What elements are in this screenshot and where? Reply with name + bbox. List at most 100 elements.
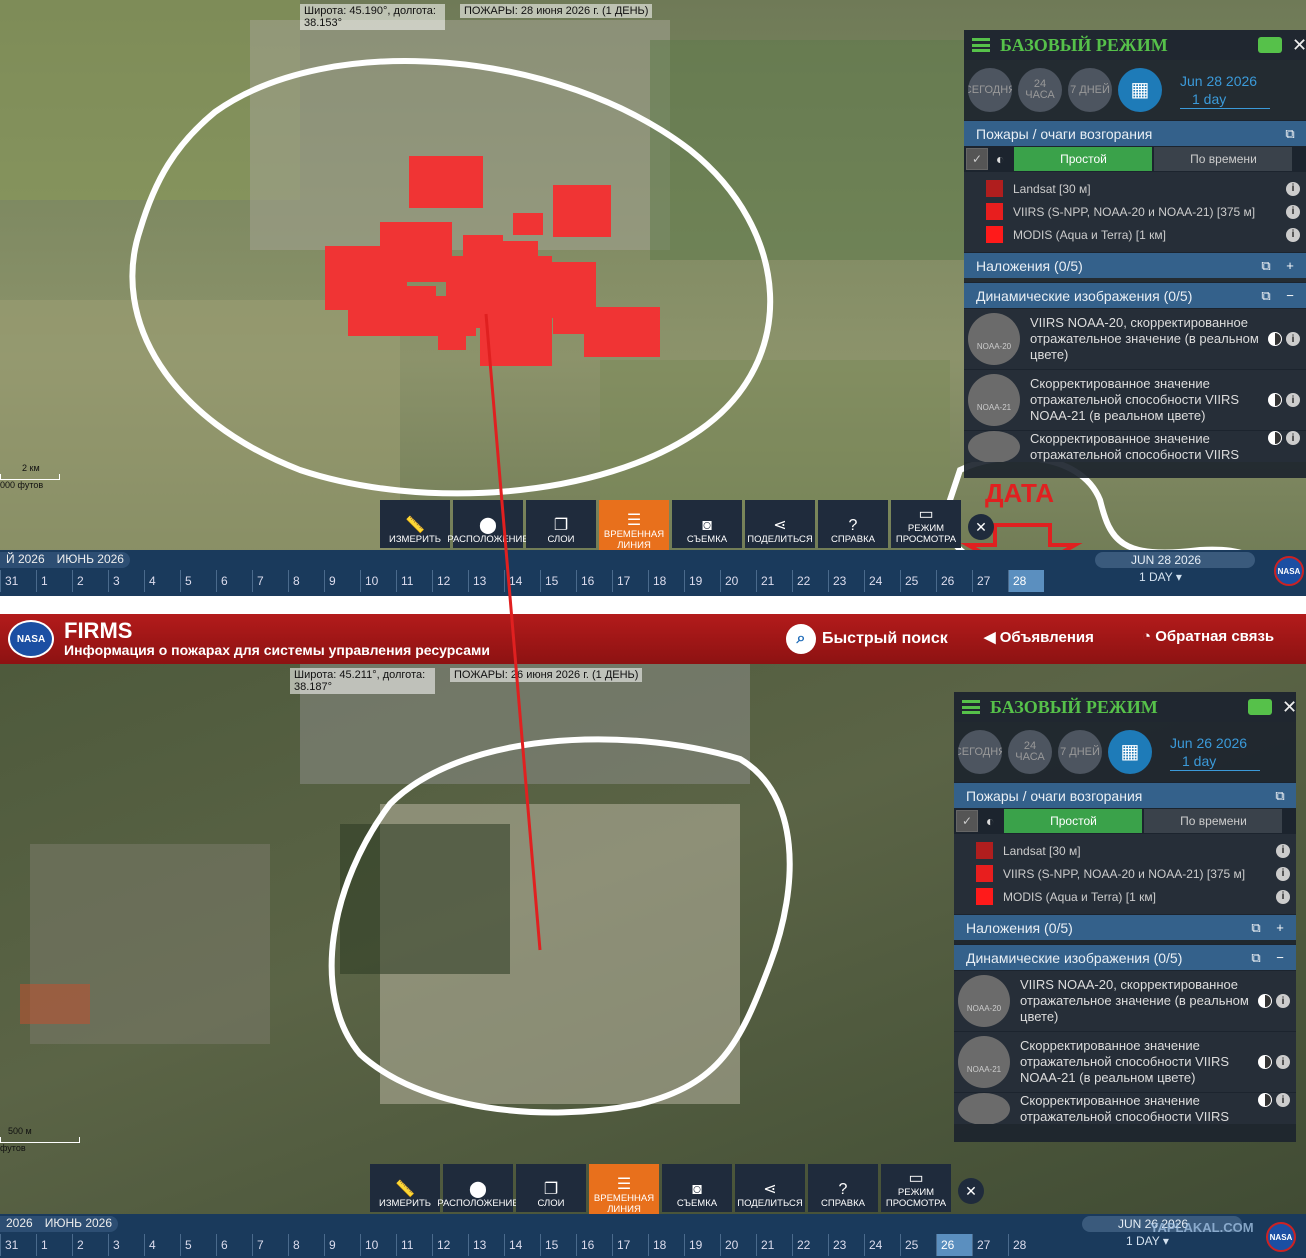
24h-button[interactable]: 24 ЧАСА [1008,730,1052,774]
dynamic-item[interactable]: NOAA-21 Скорректированное значение отража… [954,1031,1296,1092]
timeline[interactable]: Й 2026 ИЮНЬ 2026 31 1 2 3 4 5 6 7 8 9 10 11 12 13 14 15 1… [0,550,1306,596]
timeline-day[interactable]: 5 [180,570,216,592]
timeline-day[interactable]: 7 [252,1234,288,1256]
timeline-day[interactable]: 17 [612,1234,648,1256]
layer-row[interactable]: MODIS (Aqua и Terra) [1 км] i [964,223,1306,246]
dynamic-item[interactable]: Скорректированное значение отражательной… [954,1092,1296,1124]
today-button[interactable]: СЕГОДНЯ [968,68,1012,112]
timeline-day[interactable]: 20 [720,570,756,592]
timeline-day[interactable]: 12 [432,1234,468,1256]
view-mode-button[interactable]: ▭ РЕЖИМ ПРОСМОТРА [881,1164,951,1212]
layer-row[interactable]: Landsat [30 м] i [964,177,1306,200]
menu-icon[interactable] [962,700,980,714]
nasa-logo[interactable]: NASA [8,620,54,658]
capture-button[interactable]: ◙ СЪЕМКА [662,1164,732,1212]
contrast-icon[interactable]: ◐ [986,813,994,829]
overlays-section-header[interactable]: Наложения (0/5) ⧉ + [964,252,1306,278]
timeline-day[interactable]: 10 [360,1234,396,1256]
fires-section-header[interactable]: Пожары / очаги возгорания ⧉ [954,782,1296,808]
timeline-day[interactable]: 14 [504,570,540,592]
check-all-icon[interactable]: ✓ [966,148,988,170]
calendar-icon[interactable]: ▦ [1118,68,1162,112]
24h-button[interactable]: 24 ЧАСА [1018,68,1062,112]
timeline[interactable]: 2026 ИЮНЬ 2026 31 1 2 3 4 5 6 7 8 9 10 11 12 13 14 15 16 1… [0,1214,1306,1258]
close-icon[interactable]: ✕ [1292,35,1306,56]
timeline-day[interactable]: 11 [396,570,432,592]
timeline-day[interactable]: 2 [72,1234,108,1256]
timeline-day[interactable]: 11 [396,1234,432,1256]
layers-button[interactable]: ❐ СЛОИ [526,500,596,548]
date-select[interactable]: Jun 28 2026 1 day [1180,72,1270,109]
map-view-top[interactable]: Широта: 45.190°, долгота: 38.153° ПОЖАРЫ… [0,0,1306,596]
check-all-icon[interactable]: ✓ [956,810,978,832]
view-mode-button[interactable]: ▭ РЕЖИМ ПРОСМОТРА [891,500,961,548]
timeline-day[interactable]: 7 [252,570,288,592]
today-button[interactable]: СЕГОДНЯ [958,730,1002,774]
layers-button[interactable]: ❐ СЛОИ [516,1164,586,1212]
timeline-day[interactable]: 18 [648,1234,684,1256]
timeline-day[interactable]: 31 [0,570,36,592]
timeline-day[interactable]: 9 [324,1234,360,1256]
timeline-day[interactable]: 26 [936,570,972,592]
layer-row[interactable]: VIIRS (S-NPP, NOAA-20 и NOAA-21) [375 м]… [954,862,1296,885]
timeline-day[interactable]: 17 [612,570,648,592]
timeline-day[interactable]: 6 [216,1234,252,1256]
timeline-day[interactable]: 28 [1008,570,1044,592]
help-button[interactable]: ? СПРАВКА [808,1164,878,1212]
timeline-day[interactable]: 15 [540,1234,576,1256]
timeline-button[interactable]: ☰ ВРЕМЕННАЯ ЛИНИЯ [599,500,669,554]
timeline-day[interactable]: 8 [288,1234,324,1256]
timeline-day[interactable]: 20 [720,1234,756,1256]
timeline-day[interactable]: 31 [0,1234,36,1256]
timeline-day[interactable]: 12 [432,570,468,592]
dynamic-item[interactable]: NOAA-21 Скорректированное значение отража… [964,369,1306,430]
timeline-day[interactable]: 10 [360,570,396,592]
contrast-icon[interactable]: ◐ [996,151,1004,167]
timeline-button[interactable]: ☰ ВРЕМЕННАЯ ЛИНИЯ [589,1164,659,1218]
timeline-date-range[interactable]: JUN 28 2026 1 DAY ▾ [1095,552,1255,586]
timeline-day[interactable]: 18 [648,570,684,592]
timeline-day[interactable]: 1 [36,1234,72,1256]
timeline-day[interactable]: 14 [504,1234,540,1256]
timeline-day[interactable]: 21 [756,570,792,592]
timeline-day[interactable]: 15 [540,570,576,592]
timeline-day[interactable]: 21 [756,1234,792,1256]
timeline-day[interactable]: 9 [324,570,360,592]
graduation-cap-icon[interactable] [1248,699,1272,715]
timeline-day[interactable]: 24 [864,1234,900,1256]
tab-simple[interactable]: Простой [1004,809,1143,833]
timeline-day[interactable]: 22 [792,570,828,592]
timeline-day[interactable]: 2 [72,570,108,592]
timeline-day[interactable]: 3 [108,570,144,592]
close-icon[interactable]: ✕ [958,1178,984,1204]
timeline-day[interactable]: 27 [972,1234,1008,1256]
announcements-link[interactable]: ◀ Объявления [984,628,1094,646]
timeline-day[interactable]: 23 [828,1234,864,1256]
timeline-day[interactable]: 19 [684,1234,720,1256]
capture-button[interactable]: ◙ СЪЕМКА [672,500,742,548]
timeline-day[interactable]: 6 [216,570,252,592]
timeline-day[interactable]: 25 [900,1234,936,1256]
dynamic-item[interactable]: NOAA-20 VIIRS NOAA-20, скорректированное … [954,970,1296,1031]
tab-simple[interactable]: Простой [1014,147,1153,171]
share-button[interactable]: ⋖ ПОДЕЛИТЬСЯ [745,500,815,548]
7d-button[interactable]: 7 ДНЕЙ [1058,730,1102,774]
timeline-day[interactable]: 26 [936,1234,972,1256]
timeline-day[interactable]: 23 [828,570,864,592]
fires-section-header[interactable]: Пожары / очаги возгорания ⧉ [964,120,1306,146]
timeline-day[interactable]: 4 [144,570,180,592]
measure-button[interactable]: 📏 ИЗМЕРИТЬ [370,1164,440,1212]
layer-row[interactable]: VIIRS (S-NPP, NOAA-20 и NOAA-21) [375 м]… [964,200,1306,223]
timeline-day[interactable]: 16 [576,570,612,592]
measure-button[interactable]: 📏 ИЗМЕРИТЬ [380,500,450,548]
timeline-day[interactable]: 1 [36,570,72,592]
timeline-day[interactable]: 25 [900,570,936,592]
timeline-day[interactable]: 24 [864,570,900,592]
timeline-days[interactable]: 31 1 2 3 4 5 6 7 8 9 10 11 12 13 14 15 16 17 18 19 20 21 22 23 2… [0,570,1044,592]
timeline-day[interactable]: 3 [108,1234,144,1256]
timeline-day[interactable]: 8 [288,570,324,592]
location-button[interactable]: ⬤ РАСПОЛОЖЕНИЕ [447,500,529,548]
timeline-day[interactable]: 27 [972,570,1008,592]
period-select[interactable]: 1 day [1180,90,1270,109]
graduation-cap-icon[interactable] [1258,37,1282,53]
